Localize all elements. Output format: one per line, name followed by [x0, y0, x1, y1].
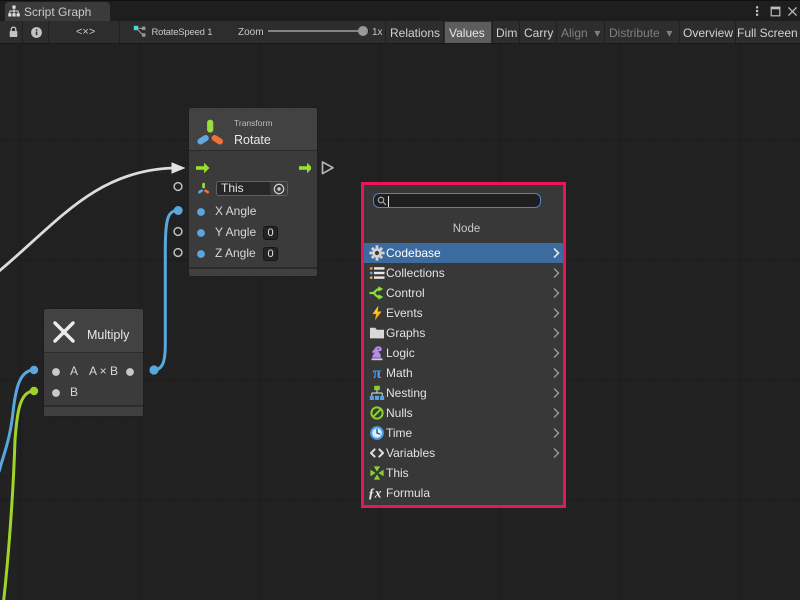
svg-text:π: π — [373, 365, 382, 381]
svg-text:ƒx: ƒx — [369, 485, 382, 500]
